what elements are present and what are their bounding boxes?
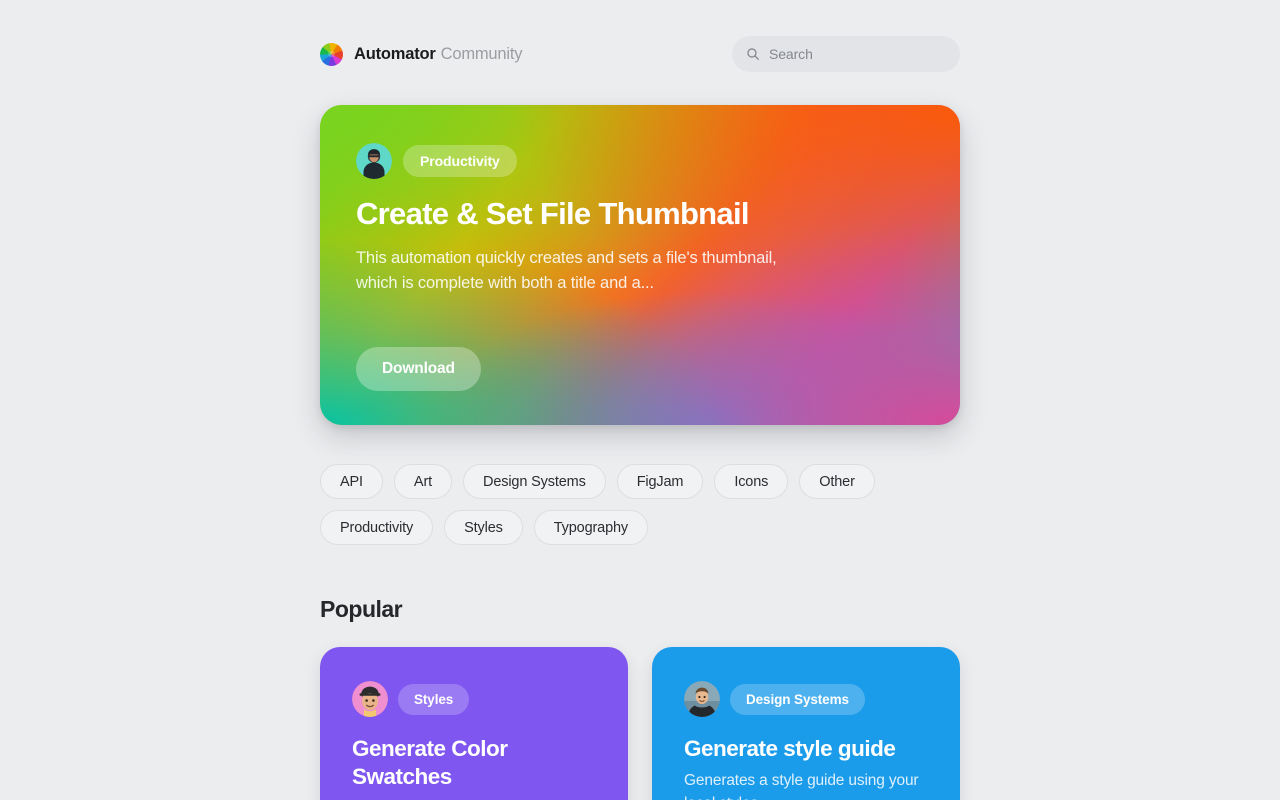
automation-card-generate-color-swatches[interactable]: Styles Generate Color Swatches Takes all… [320,647,628,800]
card-title: Generate style guide [684,736,896,761]
tag-art[interactable]: Art [393,464,453,499]
brand-name: Automator [354,44,436,63]
hero-title: Create & Set File Thumbnail [356,196,749,231]
card-category-chip[interactable]: Styles [398,683,470,715]
hero-meta-row: Productivity [356,143,924,179]
automation-card-generate-style-guide[interactable]: Design Systems Generate style guide Gene… [652,647,960,800]
tag-icons[interactable]: Icons [714,464,789,499]
hero-content: Productivity Create & Set File Thumbnail… [320,105,960,425]
category-filter-list: API Art Design Systems FigJam Icons Othe… [320,464,965,545]
brand-title-group: Automator Community [354,45,522,64]
avatar [356,143,392,179]
app-root: Automator Community Search Productivity … [0,0,1280,800]
search-input[interactable]: Search [732,36,960,72]
card-title: Generate Color Swatches [352,736,508,790]
brand-suffix: Community [440,44,523,63]
search-icon [747,48,759,60]
avatar [352,681,388,717]
site-header: Automator Community Search [320,34,960,74]
search-placeholder: Search [769,46,813,62]
hero-spacer [356,296,924,347]
tag-figjam[interactable]: FigJam [616,464,704,499]
card-meta-row: Design Systems [684,681,928,717]
tag-productivity[interactable]: Productivity [320,510,434,545]
popular-section-title: Popular [320,596,403,622]
color-wheel-icon [320,42,343,66]
tag-styles[interactable]: Styles [444,510,523,545]
card-meta-row: Styles [352,681,596,717]
hero-category-chip[interactable]: Productivity [403,145,517,177]
card-category-chip[interactable]: Design Systems [730,683,865,715]
featured-automation-card[interactable]: Productivity Create & Set File Thumbnail… [320,105,960,425]
avatar [684,681,720,717]
brand-logo-group[interactable]: Automator Community [320,42,522,66]
popular-card-grid: Styles Generate Color Swatches Takes all… [320,647,960,800]
tag-other[interactable]: Other [799,464,875,499]
card-description: Generates a style guide using your local… [684,772,919,800]
download-button[interactable]: Download [356,347,481,391]
tag-design-systems[interactable]: Design Systems [463,464,606,499]
tag-api[interactable]: API [320,464,383,499]
hero-description: This automation quickly creates and sets… [356,248,777,292]
tag-typography[interactable]: Typography [533,510,649,545]
